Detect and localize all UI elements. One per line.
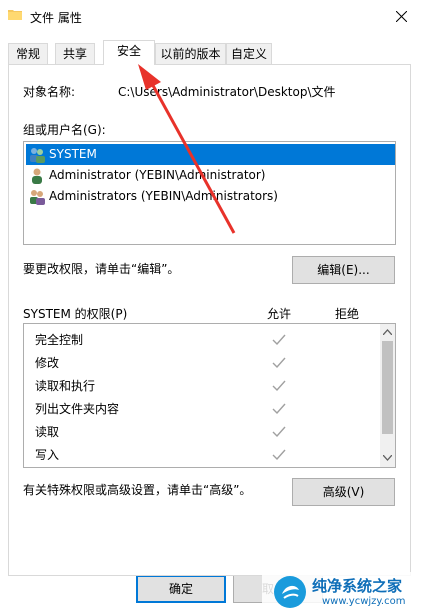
edit-hint: 要更改权限，请单击“编辑”。 — [23, 262, 180, 276]
check-icon — [272, 357, 286, 368]
users-list[interactable]: SYSTEM Administrator (YEBIN\Administrato… — [23, 141, 396, 245]
permission-name: 读取和执行 — [35, 379, 96, 393]
window-title: 文件 属性 — [30, 11, 82, 25]
tab-general[interactable]: 常规 — [8, 43, 48, 64]
close-button[interactable] — [382, 0, 421, 34]
users-group-icon — [30, 148, 45, 163]
permission-row: 完全控制 — [24, 329, 380, 351]
permission-row: 修改 — [24, 352, 380, 374]
check-icon — [272, 403, 286, 414]
list-item-administrator[interactable]: Administrator (YEBIN\Administrator) — [26, 165, 395, 186]
scrollbar-thumb[interactable] — [382, 341, 393, 434]
advanced-hint: 有关特殊权限或高级设置，请单击“高级”。 — [23, 483, 252, 497]
user-name: SYSTEM — [49, 147, 97, 161]
object-name-value: C:\Users\Administrator\Desktop\文件 — [118, 85, 336, 99]
ok-button[interactable]: 确定 — [136, 575, 226, 603]
permission-name: 完全控制 — [35, 333, 84, 347]
site-logo-icon — [274, 576, 306, 608]
permission-name: 修改 — [35, 356, 60, 370]
check-icon — [272, 426, 286, 437]
list-item-administrators[interactable]: Administrators (YEBIN\Administrators) — [26, 186, 395, 207]
watermark-url: www.ycwjzy.com — [322, 596, 406, 607]
advanced-button[interactable]: 高级(V) — [292, 478, 395, 506]
user-name: Administrators (YEBIN\Administrators) — [49, 189, 278, 203]
security-panel: 对象名称: C:\Users\Administrator\Desktop\文件 … — [8, 64, 411, 576]
permission-row: 读取 — [24, 421, 380, 443]
check-icon — [272, 380, 286, 391]
permission-row: 写入 — [24, 444, 380, 466]
permission-name: 读取 — [35, 425, 60, 439]
permission-name: 写入 — [35, 448, 60, 462]
tab-security[interactable]: 安全 — [103, 40, 155, 65]
permission-row: 读取和执行 — [24, 375, 380, 397]
tab-sharing[interactable]: 共享 — [55, 43, 95, 64]
watermark-text: 纯净系统之家 — [312, 577, 403, 595]
user-name: Administrator (YEBIN\Administrator) — [49, 168, 266, 182]
user-icon — [32, 168, 42, 184]
scroll-down-icon[interactable] — [383, 455, 392, 461]
permission-row: 列出文件夹内容 — [24, 398, 380, 420]
groups-label: 组或用户名(G): — [23, 123, 106, 137]
edit-button[interactable]: 编辑(E)... — [292, 256, 395, 284]
watermark: 纯净系统之家 www.ycwjzy.com — [262, 572, 421, 613]
list-item-system[interactable]: SYSTEM — [26, 144, 395, 165]
permissions-label: SYSTEM 的权限(P) — [23, 307, 128, 321]
tab-customize[interactable]: 自定义 — [226, 43, 272, 64]
folder-icon — [8, 10, 22, 20]
users-group-icon — [30, 190, 45, 205]
check-icon — [272, 334, 286, 345]
permissions-scrollbar[interactable] — [380, 324, 395, 467]
permissions-list[interactable]: 完全控制 修改 读取和执行 列出文件夹内容 读取 写入 — [23, 323, 396, 468]
tab-previous-versions[interactable]: 以前的版本 — [155, 43, 226, 64]
permission-name: 列出文件夹内容 — [35, 402, 120, 416]
check-icon — [272, 449, 286, 460]
allow-header: 允许 — [267, 307, 292, 321]
scroll-up-icon[interactable] — [383, 329, 392, 335]
deny-header: 拒绝 — [335, 307, 360, 321]
close-icon — [396, 11, 407, 22]
title-bar: 文件 属性 — [0, 0, 421, 34]
object-name-label: 对象名称: — [23, 85, 76, 99]
